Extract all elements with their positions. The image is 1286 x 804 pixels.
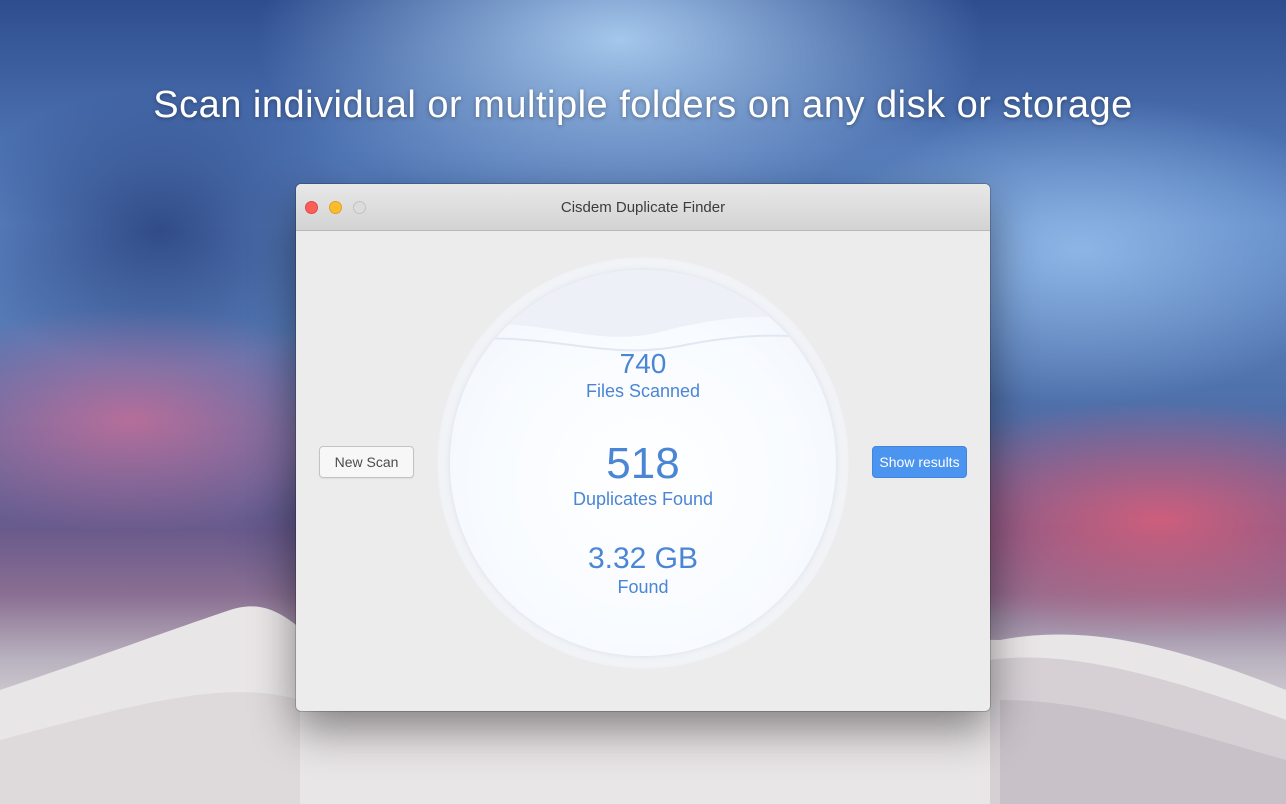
app-window: Cisdem Duplicate Finder 740 Files Scanne… xyxy=(296,184,990,711)
files-scanned-stat: 740 Files Scanned xyxy=(437,348,849,401)
files-scanned-count: 740 xyxy=(619,348,667,379)
show-results-button[interactable]: Show results xyxy=(872,446,967,478)
duplicates-found-label: Duplicates Found xyxy=(572,489,714,509)
new-scan-button[interactable]: New Scan xyxy=(319,446,414,478)
title-bar[interactable]: Cisdem Duplicate Finder xyxy=(296,184,990,231)
duplicates-found-stat: 518 Duplicates Found xyxy=(437,439,849,509)
duplicates-found-count: 518 xyxy=(606,439,680,488)
window-title: Cisdem Duplicate Finder xyxy=(560,199,726,216)
files-scanned-label: Files Scanned xyxy=(585,381,701,401)
headline: Scan individual or multiple folders on a… xyxy=(153,84,1133,126)
size-found-stat: 3.32 GB Found xyxy=(437,542,849,597)
size-found-label: Found xyxy=(617,577,669,597)
size-found-value: 3.32 GB xyxy=(587,542,699,575)
